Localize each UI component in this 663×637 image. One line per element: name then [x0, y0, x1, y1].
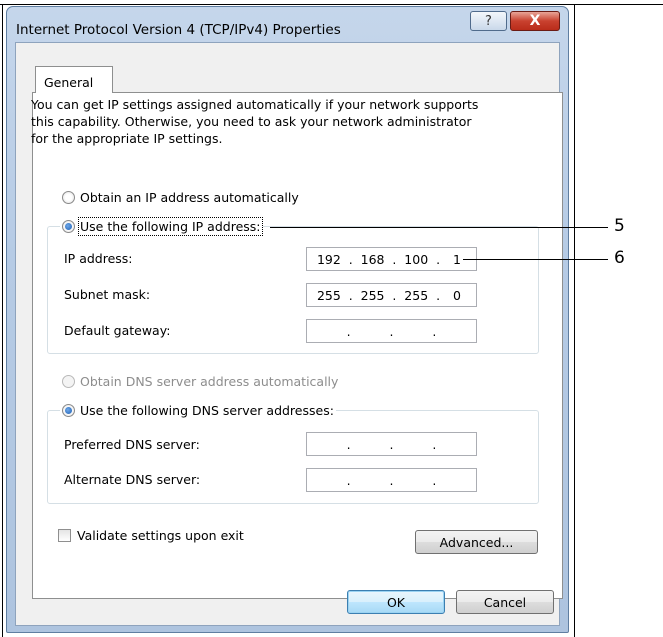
subnet-mask-label: Subnet mask:	[64, 287, 151, 302]
subnet-octet-1: 255	[316, 287, 341, 303]
figure-frame-top	[0, 4, 663, 5]
ip-address-input[interactable]: 192. 168. 100. 1	[306, 247, 477, 271]
ip-octet-3: 100	[404, 251, 429, 267]
obtain-dns-auto-label: Obtain DNS server address automatically	[80, 374, 339, 389]
subnet-octet-3: 255	[404, 287, 429, 303]
use-following-ip-label: Use the following IP address:	[78, 217, 263, 236]
obtain-ip-auto-label: Obtain an IP address automatically	[80, 190, 299, 205]
figure-frame-left	[2, 4, 3, 637]
advanced-button[interactable]: Advanced...	[415, 530, 538, 554]
subnet-octet-4: 0	[452, 287, 461, 303]
default-gateway-label: Default gateway:	[64, 323, 171, 338]
use-following-dns-option[interactable]: Use the following DNS server addresses:	[60, 403, 336, 418]
cancel-button[interactable]: Cancel	[456, 590, 554, 614]
callout-line-5	[270, 227, 608, 228]
validate-settings-label: Validate settings upon exit	[77, 528, 244, 543]
use-following-ip-option[interactable]: Use the following IP address:	[60, 217, 263, 236]
close-button[interactable]: X	[510, 11, 560, 31]
use-following-dns-radio[interactable]	[62, 404, 75, 417]
use-following-dns-label: Use the following DNS server addresses:	[80, 403, 334, 418]
close-icon: X	[529, 13, 541, 29]
obtain-ip-auto-option[interactable]: Obtain an IP address automatically	[62, 190, 299, 205]
ok-button[interactable]: OK	[347, 590, 445, 614]
figure-frame-right	[574, 4, 575, 637]
use-following-ip-radio[interactable]	[62, 220, 75, 233]
callout-line-6	[463, 259, 608, 260]
preferred-dns-input[interactable]: . . .	[306, 432, 477, 456]
help-icon: ?	[485, 13, 492, 29]
alternate-dns-label: Alternate DNS server:	[64, 472, 201, 487]
ip-octet-1: 192	[316, 251, 341, 267]
validate-settings-checkbox[interactable]	[58, 529, 71, 542]
ip-address-label: IP address:	[64, 251, 133, 266]
window-title: Internet Protocol Version 4 (TCP/IPv4) P…	[16, 22, 341, 38]
subnet-mask-input[interactable]: 255. 255. 255. 0	[306, 283, 477, 307]
intro-text: You can get IP settings assigned automat…	[31, 97, 479, 146]
subnet-octet-2: 255	[360, 287, 385, 303]
obtain-dns-auto-option[interactable]: Obtain DNS server address automatically	[62, 374, 338, 389]
preferred-dns-label: Preferred DNS server:	[64, 437, 200, 452]
validate-settings-option[interactable]: Validate settings upon exit	[58, 528, 244, 543]
callout-number-6: 6	[614, 248, 625, 268]
ip-octet-2: 168	[360, 251, 385, 267]
obtain-ip-auto-radio[interactable]	[62, 191, 75, 204]
help-button[interactable]: ?	[470, 11, 507, 31]
alternate-dns-input[interactable]: . . .	[306, 468, 477, 492]
tab-general[interactable]: General	[35, 66, 113, 93]
callout-number-5: 5	[614, 216, 625, 236]
obtain-dns-auto-radio[interactable]	[62, 375, 75, 388]
default-gateway-input[interactable]: . . .	[306, 319, 477, 343]
